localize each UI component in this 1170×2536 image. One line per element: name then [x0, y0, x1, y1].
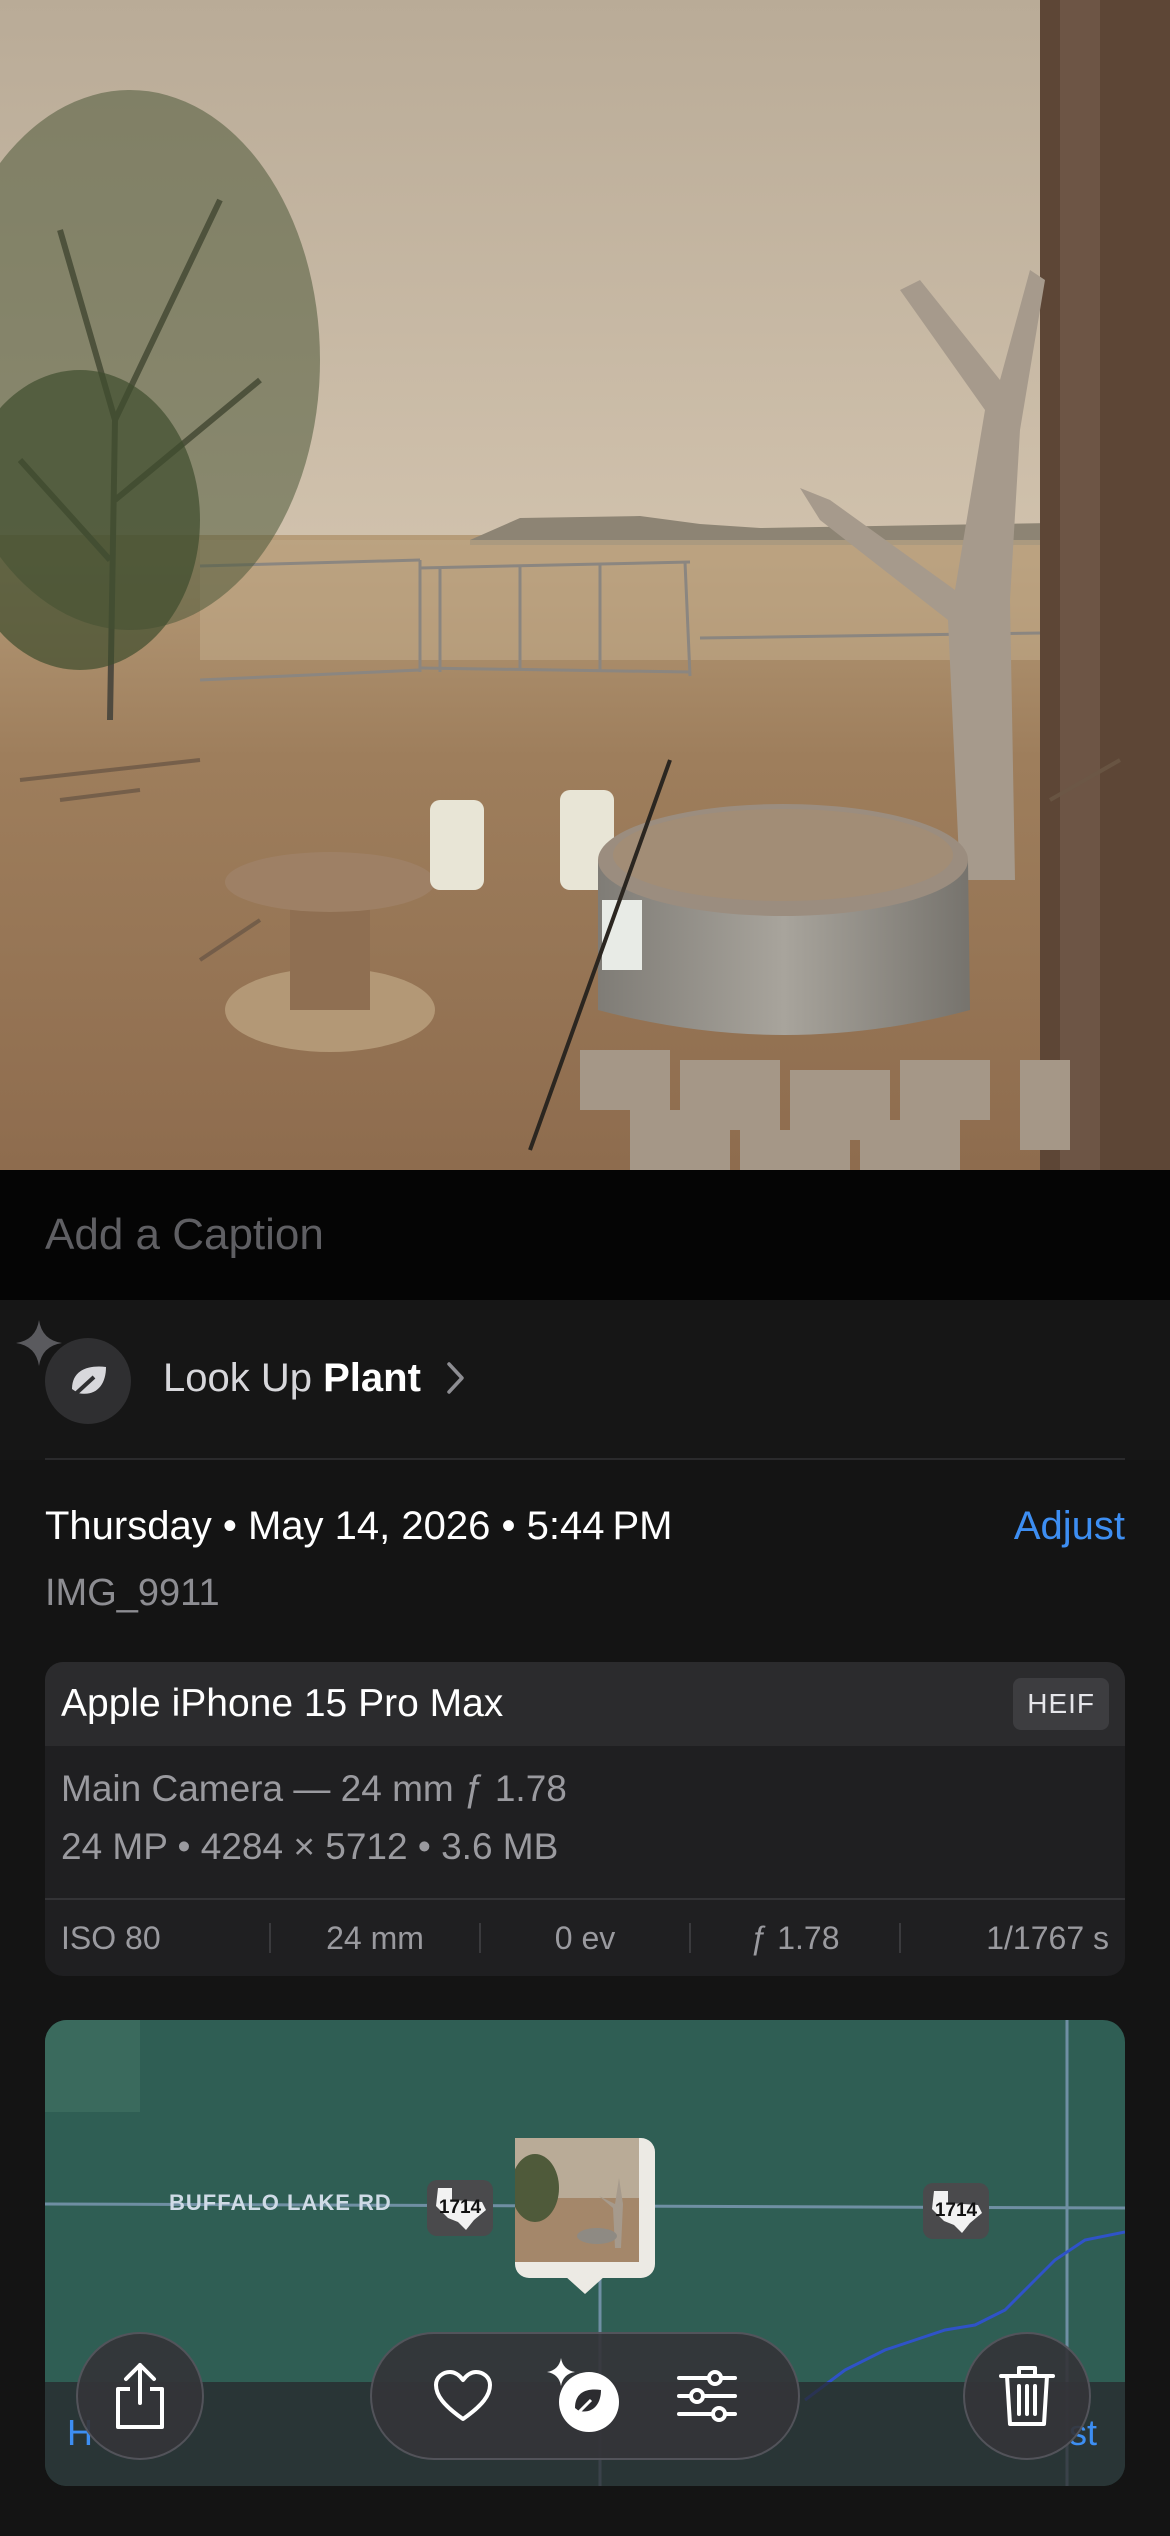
road-label: BUFFALO LAKE RD: [169, 2190, 392, 2215]
visual-lookup-row[interactable]: Look Up Plant: [0, 1300, 1170, 1460]
leaf-icon: [45, 1338, 131, 1424]
lookup-label: Look Up Plant: [163, 1356, 421, 1401]
highway-shield: 1714: [923, 2183, 989, 2239]
exif-stats: ISO 80 24 mm 0 ev ƒ 1.78 1/1767 s: [45, 1900, 1125, 1976]
share-button[interactable]: [76, 2332, 204, 2460]
image-specs: 24 MP • 4284 × 5712 • 3.6 MB: [61, 1826, 559, 1867]
chevron-right-icon: [447, 1362, 464, 1394]
visual-lookup-button[interactable]: [540, 2351, 630, 2441]
share-icon: [116, 2363, 164, 2429]
toolbar-center-group: [370, 2332, 800, 2460]
highway-number: 1714: [438, 2197, 482, 2218]
format-badge: HEIF: [1013, 1678, 1109, 1730]
capture-date: Thursday • May 14, 2026 • 5:44 PM: [45, 1504, 673, 1548]
leaf-sparkle-icon: [547, 2358, 619, 2432]
device-name: Apple iPhone 15 Pro Max: [61, 1682, 504, 1725]
heart-icon: [434, 2370, 492, 2421]
caption-area: [0, 1170, 1170, 1300]
exposure-value: 0 ev: [554, 1919, 616, 1956]
file-name: IMG_9911: [45, 1572, 220, 1614]
highway-shield: 1714: [427, 2180, 493, 2236]
pin-pointer: [565, 2276, 605, 2294]
lens-info: Main Camera — 24 mm ƒ 1.78: [61, 1768, 567, 1809]
exif-card: Apple iPhone 15 Pro Max HEIF Main Camera…: [45, 1662, 1125, 1976]
photo-image: [0, 0, 1170, 1170]
favorite-button[interactable]: [418, 2351, 508, 2441]
shutter-speed-value: 1/1767 s: [986, 1919, 1109, 1956]
caption-input[interactable]: [45, 1204, 1125, 1266]
photo-location-pin[interactable]: [515, 2138, 655, 2294]
iso-value: ISO 80: [61, 1919, 161, 1956]
highway-number: 1714: [934, 2200, 978, 2221]
aperture-value: ƒ 1.78: [750, 1919, 840, 1956]
exif-header: Apple iPhone 15 Pro Max HEIF: [45, 1662, 1125, 1746]
pin-thumbnail: [515, 2138, 639, 2262]
focal-length-value: 24 mm: [326, 1919, 424, 1956]
divider: [45, 1458, 1125, 1460]
adjust-date-button[interactable]: Adjust: [1014, 1504, 1125, 1549]
lookup-prefix: Look Up: [163, 1356, 312, 1400]
trash-icon: [999, 2366, 1055, 2426]
photo-viewer[interactable]: [0, 0, 1170, 1170]
lookup-subject: Plant: [323, 1356, 421, 1400]
edit-button[interactable]: [662, 2351, 752, 2441]
sliders-icon: [677, 2370, 737, 2422]
delete-button[interactable]: [963, 2332, 1091, 2460]
